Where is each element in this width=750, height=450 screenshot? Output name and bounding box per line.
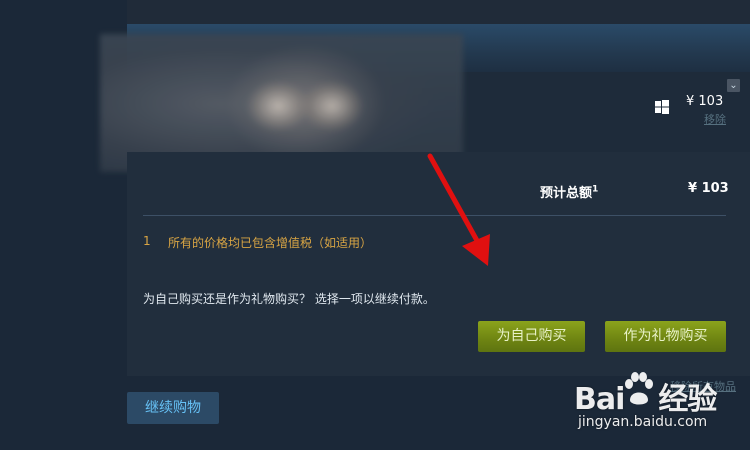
watermark-logo-left: Bai bbox=[574, 382, 625, 417]
estimated-total-value: ¥ 103 bbox=[688, 181, 729, 196]
header-bar bbox=[127, 0, 750, 24]
purchase-choice-prompt: 为自己购买还是作为礼物购买？ 选择一项以继续付款。 bbox=[143, 292, 435, 306]
continue-shopping-button[interactable]: 继续购物 bbox=[127, 392, 219, 424]
baidu-jingyan-watermark: Bai 经验 jingyan.baidu.com bbox=[560, 368, 750, 450]
chevron-down-icon[interactable]: ⌄ bbox=[727, 79, 740, 92]
estimated-total-label: 预计总额1 bbox=[540, 182, 598, 201]
remove-item-link[interactable]: 移除 bbox=[704, 111, 726, 127]
windows-icon bbox=[655, 100, 669, 114]
total-label-text: 预计总额 bbox=[540, 186, 593, 201]
paw-icon bbox=[625, 372, 653, 405]
watermark-logo-right: 经验 bbox=[658, 382, 717, 417]
red-arrow-annotation bbox=[427, 153, 490, 266]
total-footnote-marker: 1 bbox=[592, 184, 599, 195]
vat-footnote: 所有的价格均已包含增值税（如适用） bbox=[168, 236, 373, 250]
watermark-url: jingyan.baidu.com bbox=[578, 414, 708, 430]
buy-for-self-button[interactable]: 为自己购买 bbox=[478, 321, 585, 352]
footnote-number: 1 bbox=[143, 234, 151, 248]
steam-cart-page: ⌄ ¥ 103 移除 预计总额1 ¥ 103 1 所有的价格均已包含增值税（如适… bbox=[0, 0, 750, 450]
item-price: ¥ 103 bbox=[686, 94, 724, 109]
buy-as-gift-button[interactable]: 作为礼物购买 bbox=[605, 321, 726, 352]
